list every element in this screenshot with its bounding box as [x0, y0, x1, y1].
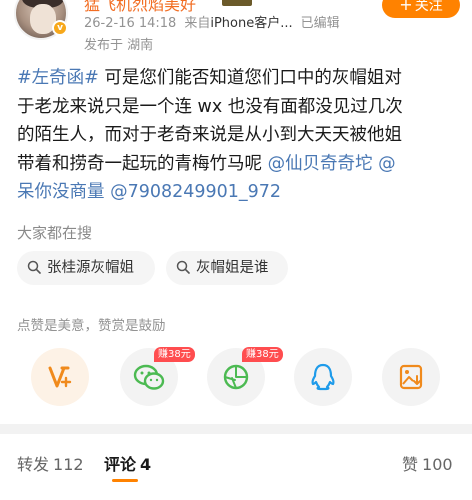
search-chip-2[interactable]: 灰帽姐是谁 — [166, 251, 288, 285]
post-line-1: #左奇函# 可是您们能否知道您们口中的灰帽姐对 — [17, 68, 402, 88]
section-divider — [0, 424, 472, 434]
post-body: #左奇函# 可是您们能否知道您们口中的灰帽姐对 于老龙来说只是一个连 wx 也没… — [17, 64, 462, 207]
plus-icon: + — [399, 0, 413, 14]
praise-v-icon — [48, 366, 72, 388]
search-section-title: 大家都在搜 — [17, 224, 93, 242]
source-link[interactable]: iPhone客户... — [210, 16, 292, 31]
search-chip-1[interactable]: 张桂源灰帽姐 — [17, 251, 155, 285]
verified-badge-icon: v — [52, 20, 68, 36]
sort-toggle-hint — [410, 496, 460, 500]
post-line-3: 的陌生人，而对于老奇来说是从小到大天天被他姐 — [17, 125, 402, 145]
search-icon — [27, 260, 41, 274]
save-image-icon — [399, 364, 423, 390]
mention-link-1[interactable]: @仙贝奇奇坨 @ — [268, 154, 396, 174]
active-tab-indicator — [112, 479, 138, 482]
tab-repost[interactable]: 转发 112 — [17, 451, 84, 475]
save-image-button[interactable] — [382, 348, 440, 406]
user-level-tag — [222, 0, 252, 6]
tab-like[interactable]: 赞 100 — [402, 451, 453, 475]
hashtag-link[interactable]: #左奇函# — [17, 68, 99, 88]
post-line-2: 于老龙来说只是一个连 wx 也没有面都没见过几次 — [17, 96, 403, 117]
post-meta: 26-2-16 14:18 来自iPhone客户... 已编辑 — [84, 12, 340, 31]
bonus-badge: 赚38元 — [154, 347, 195, 362]
search-icon — [176, 260, 190, 274]
follow-label: 关注 — [414, 0, 443, 14]
source-prefix: 来自 — [184, 16, 211, 31]
bonus-badge: 赚38元 — [242, 347, 283, 362]
praise-text: 点赞是美意，赞赏是鼓励 — [17, 318, 166, 334]
mention-link-1-cont[interactable]: 呆你没商量 — [17, 182, 110, 202]
post-location: 发布于 湖南 — [84, 38, 154, 53]
tab-comment[interactable]: 评论 4 — [104, 451, 151, 475]
edited-label[interactable]: 已编辑 — [301, 16, 340, 31]
follow-button[interactable]: + 关注 — [382, 0, 460, 18]
post-header: v 猛飞机烈焰美好 26-2-16 14:18 来自iPhone客户... 已编辑 … — [0, 0, 472, 62]
mention-link-2[interactable]: @7908249901_972 — [110, 182, 281, 202]
qq-icon — [311, 363, 335, 391]
post-timestamp: 26-2-16 14:18 — [84, 16, 177, 31]
share-qq-button[interactable] — [294, 348, 352, 406]
praise-button[interactable] — [31, 348, 89, 406]
post-line-5: 呆你没商量 @7908249901_972 — [17, 178, 462, 207]
post-line-4: 带着和捞奇一起玩的青梅竹马呢 @仙贝奇奇坨 @ — [17, 153, 396, 174]
